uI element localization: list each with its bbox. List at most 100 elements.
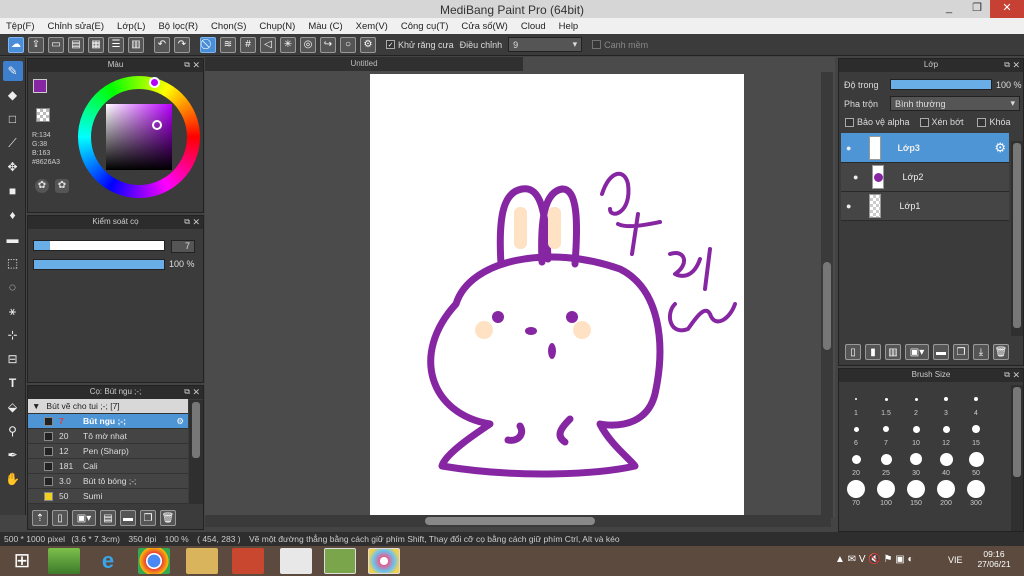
brush-size-option[interactable]: 7 (871, 417, 901, 447)
blend-mode-select[interactable]: Bình thường ▾ (890, 96, 1020, 111)
layer-list-scrollbar[interactable] (1011, 141, 1023, 336)
select-rect-tool-icon[interactable]: ⬚ (3, 253, 23, 273)
layer-folder-icon[interactable]: ▬ (933, 344, 949, 360)
hue-picker-handle[interactable] (149, 77, 160, 88)
palette-icon[interactable]: ✿ (35, 179, 49, 193)
maximize-button[interactable]: ❐ (964, 0, 990, 18)
cloud-brush-icon[interactable]: ⇡ (32, 510, 48, 526)
eye-icon[interactable]: ● (853, 172, 858, 182)
detach-icon[interactable]: ⧉ (1004, 369, 1010, 381)
eraser-tool-icon[interactable]: ◆ (3, 85, 23, 105)
gradient-tool-icon[interactable]: ▬ (3, 229, 23, 249)
share-icon[interactable]: ⇪ (28, 36, 44, 53)
snap-grid-icon[interactable]: # (240, 36, 256, 53)
snap-perspective-icon[interactable]: ◁ (260, 36, 276, 53)
folder-icon[interactable]: ▬ (120, 510, 136, 526)
add-brush-menu-icon[interactable]: ▣▾ (72, 510, 96, 526)
adjust-select[interactable]: 9 ▾ (508, 37, 583, 52)
move-tool-icon[interactable]: ✥ (3, 157, 23, 177)
message-icon[interactable]: ▤ (68, 36, 84, 53)
redo-icon[interactable]: ↷ (174, 36, 190, 53)
brush-list-item[interactable]: 7 Bút ngu ;-; ⚙ (28, 414, 188, 429)
detach-icon[interactable]: ⧉ (184, 216, 190, 228)
brush-size-option[interactable]: 4 (961, 387, 991, 417)
brush-tool-icon[interactable]: ✎ (2, 61, 23, 81)
menu-view[interactable]: Xem(V) (356, 21, 388, 32)
hand-tool-icon[interactable]: ✋ (3, 469, 23, 489)
operation-tool-icon[interactable]: ⬙ (3, 397, 23, 417)
size-value[interactable]: 7 (171, 240, 195, 253)
brush-size-scrollbar[interactable] (1011, 385, 1023, 531)
menu-capture[interactable]: Chụp(N) (259, 21, 295, 32)
clipping-checkbox[interactable] (919, 117, 929, 127)
bluestacks-icon[interactable] (48, 548, 80, 574)
dropper-tool-icon[interactable]: ⚲ (3, 421, 23, 441)
menu-window[interactable]: Cửa số(W) (461, 21, 507, 32)
brush-size-option[interactable]: 1.5 (871, 387, 901, 417)
size-slider[interactable] (33, 240, 165, 251)
select-pen-tool-icon[interactable]: ⊹ (3, 325, 23, 345)
brush-size-option[interactable]: 20 (841, 447, 871, 477)
minimize-button[interactable]: _ (936, 0, 962, 18)
menu-color[interactable]: Màu (C) (308, 21, 342, 32)
merge-down-icon[interactable]: ⤓ (973, 344, 989, 360)
brush-size-option[interactable]: 25 (871, 447, 901, 477)
brush-settings-icon[interactable]: ▤ (100, 510, 116, 526)
undo-icon[interactable]: ↶ (154, 36, 170, 53)
canvas-tab[interactable]: Untitled (205, 57, 523, 71)
close-icon[interactable]: ✕ (1012, 369, 1020, 381)
file-explorer-icon[interactable] (186, 548, 218, 574)
brush-size-option[interactable]: 1 (841, 387, 871, 417)
gear-icon[interactable]: ⚙ (994, 140, 1006, 156)
eye-icon[interactable]: ● (846, 143, 851, 153)
snap-circle-icon[interactable]: ◎ (300, 36, 316, 53)
lock-checkbox[interactable] (977, 117, 987, 127)
cloud-icon[interactable]: ☁ (8, 36, 24, 53)
brush-list-item[interactable]: 50 Sumi (28, 489, 188, 504)
document-icon[interactable]: ▦ (88, 36, 104, 53)
menu-edit[interactable]: Chỉnh sửa(E) (48, 21, 105, 32)
gear-icon[interactable]: ⚙ (176, 416, 184, 427)
page-icon[interactable]: ▥ (128, 36, 144, 53)
delete-layer-icon[interactable]: 🗑 (993, 344, 1009, 360)
brush-size-option[interactable]: 15 (961, 417, 991, 447)
internet-explorer-icon[interactable]: e (92, 548, 124, 574)
select-eraser-tool-icon[interactable]: ⊟ (3, 349, 23, 369)
close-icon[interactable]: ✕ (192, 59, 200, 71)
brush-size-option[interactable]: 50 (961, 447, 991, 477)
snap-parallel-icon[interactable]: ≋ (220, 36, 236, 53)
brush-list-item[interactable]: 12 Pen (Sharp) (28, 444, 188, 459)
brush-size-option[interactable]: 30 (901, 447, 931, 477)
tray-icons[interactable]: ▲ ✉ V 🔇 ⚑ ▣ ◐ (835, 554, 914, 565)
close-icon[interactable]: ✕ (192, 386, 200, 398)
brush-list-item[interactable]: 3.0 Bút tô bóng ;-; (28, 474, 188, 489)
snap-settings-icon[interactable]: ⚙ (360, 36, 376, 53)
brush-list-item[interactable]: 20 Tô mờ nhạt (28, 429, 188, 444)
brush-size-option[interactable]: 200 (931, 477, 961, 507)
menu-filter[interactable]: Bộ lọc(R) (158, 21, 198, 32)
menu-help[interactable]: Help (559, 21, 579, 32)
detach-icon[interactable]: ⧉ (184, 386, 190, 398)
brush-size-option[interactable]: 6 (841, 417, 871, 447)
add-layer-menu-icon[interactable]: ▣▾ (905, 344, 929, 360)
brush-group[interactable]: ▼ Bút vẽ cho tui ;-; [7] (28, 399, 188, 414)
transparent-swatch[interactable] (36, 108, 50, 122)
comment-icon[interactable]: ▭ (48, 36, 64, 53)
layer-row[interactable]: ● Lớp1 (841, 192, 1009, 221)
close-icon[interactable]: ✕ (1012, 59, 1020, 71)
menu-tools[interactable]: Công cụ(T) (401, 21, 449, 32)
drawing-canvas[interactable] (370, 74, 744, 518)
snap-ellipse-icon[interactable]: ○ (340, 36, 356, 53)
brush-size-option[interactable]: 70 (841, 477, 871, 507)
close-icon[interactable]: ✕ (192, 216, 200, 228)
brush-list-item[interactable]: 181 Cali (28, 459, 188, 474)
text-tool-icon[interactable]: T (3, 373, 23, 393)
sv-picker-handle[interactable] (152, 120, 162, 130)
brush-size-option[interactable]: 100 (871, 477, 901, 507)
brush-size-option[interactable]: 10 (901, 417, 931, 447)
menu-layer[interactable]: Lớp(L) (117, 21, 145, 32)
new-halftone-layer-icon[interactable]: ▮ (865, 344, 881, 360)
bucket-tool-icon[interactable]: ♦ (3, 205, 23, 225)
list-icon[interactable]: ☰ (108, 36, 124, 53)
brush-size-option[interactable]: 150 (901, 477, 931, 507)
